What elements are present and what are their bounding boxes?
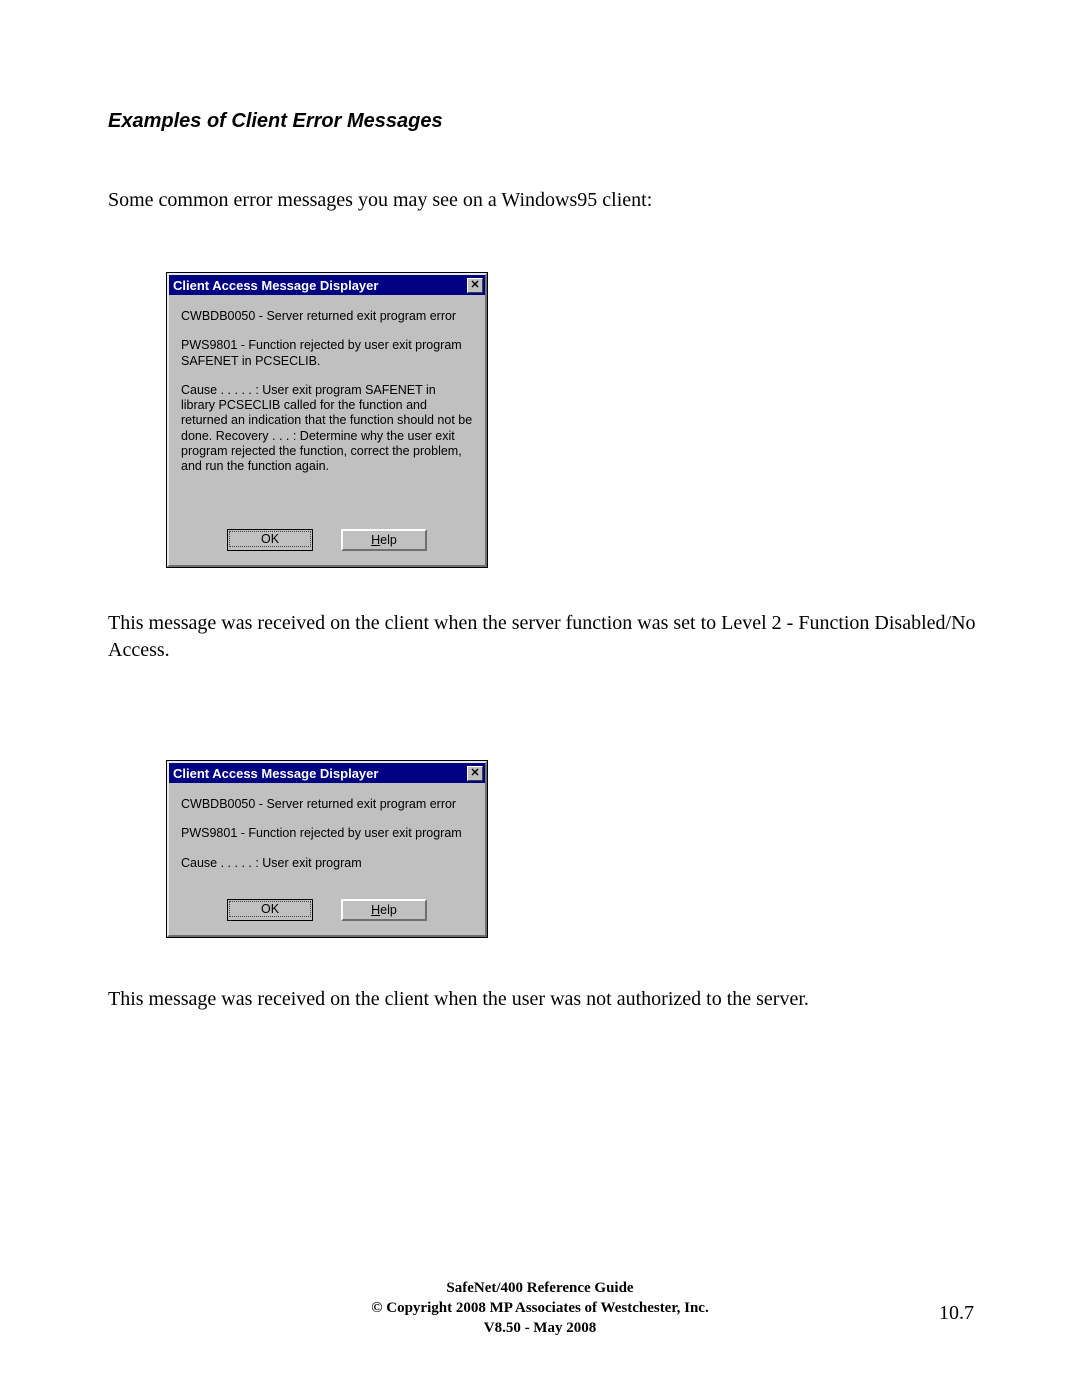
dialog1-title: Client Access Message Displayer [173,278,467,293]
dialog2-message-line2: PWS9801 - Function rejected by user exit… [181,826,473,841]
caption-2: This message was received on the client … [108,986,980,1013]
caption-1: This message was received on the client … [108,610,980,664]
footer-line-1: SafeNet/400 Reference Guide [371,1278,708,1298]
dialog2-title: Client Access Message Displayer [173,766,467,781]
error-dialog-2: Client Access Message Displayer ✕ CWBDB0… [166,760,488,938]
section-heading: Examples of Client Error Messages [108,110,980,133]
close-icon[interactable]: ✕ [467,766,483,781]
footer-line-2: Copyright 2008 MP Associates of Westches… [371,1298,708,1318]
dialog1-message-line2: PWS9801 - Function rejected by user exit… [181,338,473,369]
dialog2-message-line1: CWBDB0050 - Server returned exit program… [181,797,473,812]
dialog1-titlebar: Client Access Message Displayer ✕ [169,275,485,295]
dialog1-message-line3: Cause . . . . . : User exit program SAFE… [181,383,473,475]
footer-line-3: V8.50 - May 2008 [371,1318,708,1338]
dialog1-message-line1: CWBDB0050 - Server returned exit program… [181,309,473,324]
ok-button[interactable]: OK [227,899,313,921]
dialog2-titlebar: Client Access Message Displayer ✕ [169,763,485,783]
close-icon[interactable]: ✕ [467,278,483,293]
dialog2-message-line3: Cause . . . . . : User exit program [181,856,473,871]
error-dialog-1: Client Access Message Displayer ✕ CWBDB0… [166,272,488,568]
help-button[interactable]: Help [341,899,427,921]
intro-paragraph: Some common error messages you may see o… [108,187,980,214]
ok-button[interactable]: OK [227,529,313,551]
help-button[interactable]: Help [341,529,427,551]
page-footer: SafeNet/400 Reference Guide Copyright 20… [0,1278,1080,1339]
page-number: 10.7 [939,1302,974,1325]
